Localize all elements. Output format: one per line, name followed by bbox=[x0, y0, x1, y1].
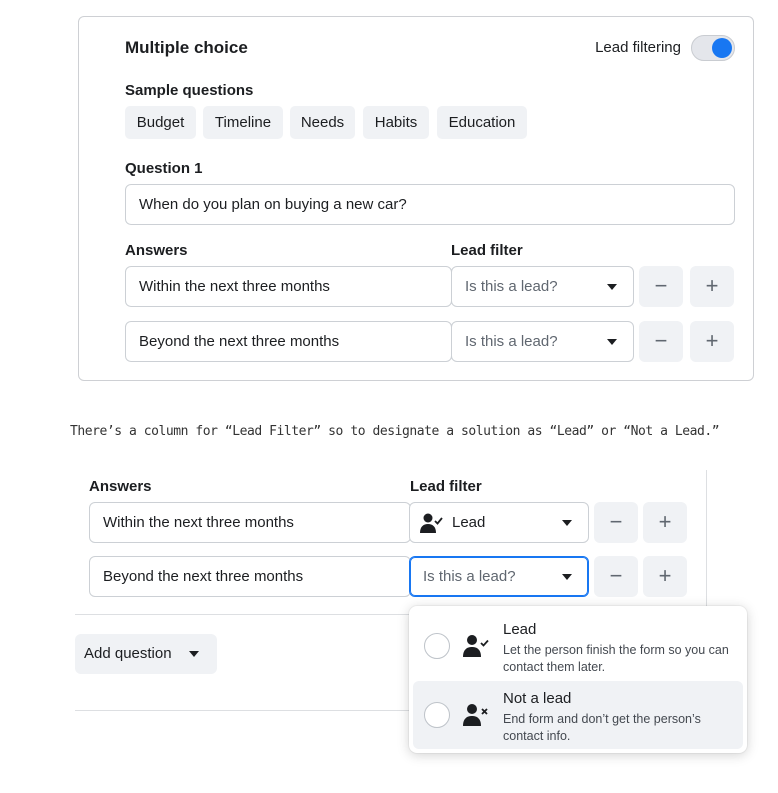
add-answer-button-1[interactable]: + bbox=[690, 266, 734, 307]
sample-questions-label: Sample questions bbox=[125, 82, 254, 99]
option-description: End form and don’t get the person’s cont… bbox=[503, 712, 701, 743]
caret-down-icon bbox=[562, 574, 572, 580]
question-label: Question 1 bbox=[125, 160, 203, 177]
answers-header: Answers bbox=[125, 242, 188, 259]
card-title: Multiple choice bbox=[125, 38, 248, 57]
lead-filter-placeholder: Is this a lead? bbox=[423, 568, 516, 585]
bottom-divider bbox=[75, 710, 409, 711]
multiple-choice-card: Multiple choice Lead filtering Sample qu… bbox=[78, 16, 754, 381]
option-title: Not a lead bbox=[503, 690, 572, 707]
sample-chip-education[interactable]: Education bbox=[437, 106, 527, 139]
dropdown-option-not-lead[interactable]: Not a lead End form and don’t get the pe… bbox=[413, 681, 743, 749]
add-answer-button-2[interactable]: + bbox=[690, 321, 734, 362]
caret-down-icon bbox=[562, 520, 572, 526]
radio-button[interactable] bbox=[424, 633, 450, 659]
radio-button[interactable] bbox=[424, 702, 450, 728]
panel-answer-input-2[interactable]: Beyond the next three months bbox=[89, 556, 411, 597]
sample-chip-needs[interactable]: Needs bbox=[290, 106, 355, 139]
panel-lead-filter-header: Lead filter bbox=[410, 478, 482, 495]
panel-lead-filter-select-1[interactable]: Lead bbox=[409, 502, 589, 543]
add-question-label: Add question bbox=[84, 645, 172, 662]
lead-filter-select-1[interactable]: Is this a lead? bbox=[451, 266, 634, 307]
person-check-icon bbox=[463, 635, 489, 657]
panel-add-answer-button-1[interactable]: + bbox=[643, 502, 687, 543]
panel-add-answer-button-2[interactable]: + bbox=[643, 556, 687, 597]
remove-answer-button-2[interactable]: − bbox=[639, 321, 683, 362]
lead-filter-placeholder: Is this a lead? bbox=[465, 278, 558, 295]
lead-filter-placeholder: Is this a lead? bbox=[465, 333, 558, 350]
answer-input-1[interactable]: Within the next three months bbox=[125, 266, 452, 307]
panel-answers-header: Answers bbox=[89, 478, 152, 495]
toggle-knob bbox=[712, 38, 732, 58]
question-input[interactable]: When do you plan on buying a new car? bbox=[125, 184, 735, 225]
lead-filter-select-2[interactable]: Is this a lead? bbox=[451, 321, 634, 362]
option-description: Let the person finish the form so you ca… bbox=[503, 643, 729, 674]
person-x-icon bbox=[463, 704, 488, 726]
panel-remove-answer-button-2[interactable]: − bbox=[594, 556, 638, 597]
lead-filtering-label: Lead filtering bbox=[595, 39, 681, 56]
remove-answer-button-1[interactable]: − bbox=[639, 266, 683, 307]
caret-down-icon bbox=[189, 651, 199, 657]
panel-remove-answer-button-1[interactable]: − bbox=[594, 502, 638, 543]
lead-filter-value: Lead bbox=[452, 514, 486, 531]
sample-chip-budget[interactable]: Budget bbox=[125, 106, 196, 139]
lead-filter-dropdown: Lead Let the person finish the form so y… bbox=[409, 606, 747, 753]
caption-text: There’s a column for “Lead Filter” so to… bbox=[70, 424, 720, 439]
answer-input-2[interactable]: Beyond the next three months bbox=[125, 321, 452, 362]
lead-filter-header: Lead filter bbox=[451, 242, 523, 259]
caret-down-icon bbox=[607, 284, 617, 290]
person-check-icon bbox=[420, 513, 443, 533]
panel-lead-filter-select-2[interactable]: Is this a lead? bbox=[409, 556, 589, 597]
dropdown-option-lead[interactable]: Lead Let the person finish the form so y… bbox=[413, 612, 743, 680]
lead-filtering-toggle[interactable] bbox=[691, 35, 735, 61]
section-divider bbox=[75, 614, 409, 615]
panel-divider bbox=[706, 470, 707, 610]
sample-chip-habits[interactable]: Habits bbox=[363, 106, 429, 139]
option-title: Lead bbox=[503, 621, 537, 638]
sample-chip-timeline[interactable]: Timeline bbox=[203, 106, 283, 139]
add-question-button[interactable]: Add question bbox=[75, 634, 217, 674]
caret-down-icon bbox=[607, 339, 617, 345]
panel-answer-input-1[interactable]: Within the next three months bbox=[89, 502, 411, 543]
